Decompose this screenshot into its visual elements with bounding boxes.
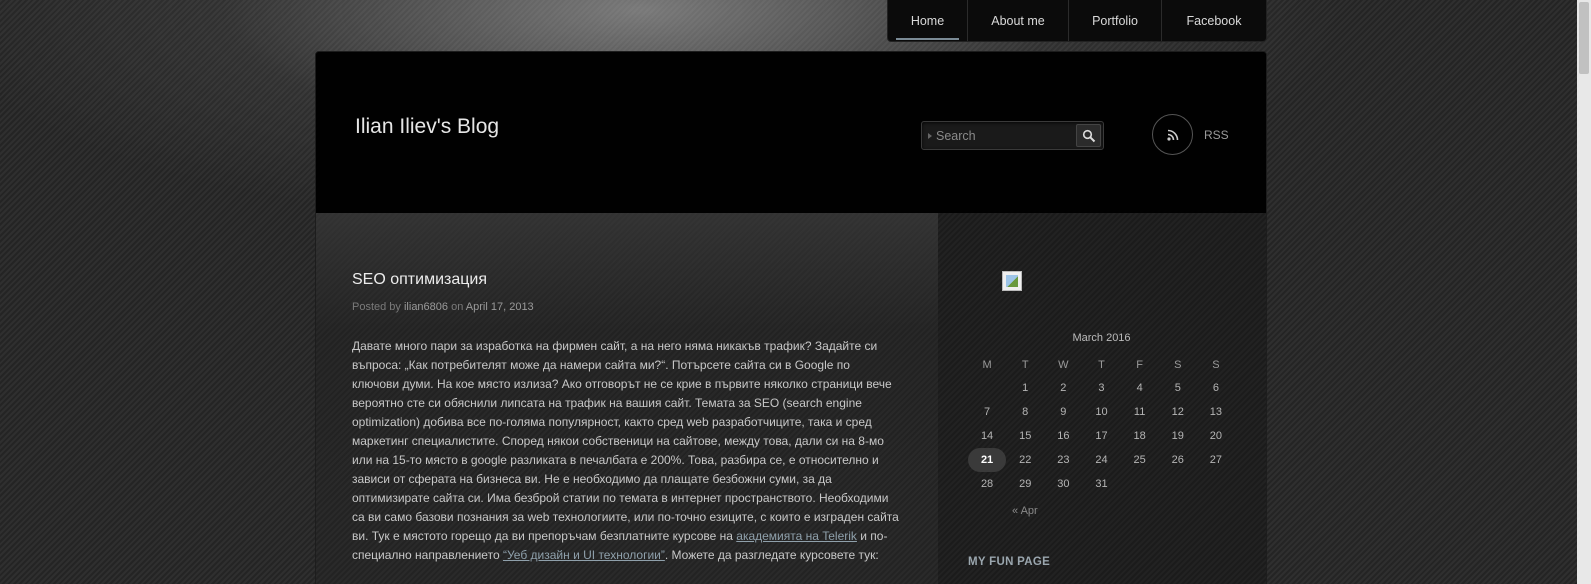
- post-body: Давате много пари за изработка на фирмен…: [352, 337, 900, 565]
- calendar-day: [1121, 472, 1159, 496]
- post-body-text-3: . Можете да разгледате курсовете тук:: [664, 548, 879, 562]
- calendar-day: 29: [1019, 478, 1032, 490]
- calendar-day: 13: [1209, 406, 1223, 418]
- calendar-day: 20: [1209, 430, 1223, 442]
- telerik-academy-link[interactable]: академията на Telerik: [736, 529, 857, 543]
- calendar-day: [1159, 472, 1197, 496]
- calendar-day: 8: [1022, 406, 1029, 418]
- calendar-day: 12: [1171, 406, 1184, 418]
- calendar-day: 16: [1057, 430, 1070, 442]
- calendar-day: 2: [1060, 382, 1067, 394]
- web-design-course-link[interactable]: “Уеб дизайн и UI технологии”: [503, 548, 665, 562]
- calendar-day: 23: [1057, 454, 1070, 466]
- calendar-week: 7 8 9 10 11 12 13: [968, 400, 1235, 424]
- rss-icon: [1166, 129, 1178, 141]
- calendar-table: M T W T F S S 1 2 3 4 5 6 7 8 9 10 11 12…: [968, 354, 1235, 496]
- post-body-text-1: Давате много пари за изработка на фирмен…: [352, 339, 899, 543]
- nav-facebook[interactable]: Facebook: [1162, 0, 1266, 41]
- calendar-day: 17: [1095, 430, 1108, 442]
- weekday-mon: M: [982, 359, 992, 371]
- calendar-day: 6: [1212, 382, 1219, 394]
- calendar-caption: March 2016: [1072, 332, 1131, 344]
- calendar-day: 3: [1098, 382, 1105, 394]
- sidebar: March 2016 M T W T F S S 1 2 3 4 5 6 7 8…: [938, 213, 1266, 584]
- calendar-day: 22: [1019, 454, 1032, 466]
- rss-link[interactable]: RSS: [1204, 128, 1229, 142]
- post-author-link[interactable]: ilian6806: [404, 301, 448, 313]
- calendar-day: 14: [980, 430, 994, 442]
- calendar-day: 18: [1133, 430, 1146, 442]
- search-button[interactable]: [1076, 124, 1101, 147]
- weekday-thu: T: [1098, 359, 1105, 371]
- calendar-day: [1197, 472, 1235, 496]
- meta-on: on: [451, 301, 464, 313]
- calendar-day: [968, 376, 1006, 400]
- calendar-day: 5: [1174, 382, 1181, 394]
- today-badge: 21: [968, 448, 1007, 472]
- top-navigation: Home About me Portfolio Facebook: [887, 0, 1267, 42]
- page-wrapper: Ilian Iliev's Blog RSS SEO оптимизация P…: [315, 51, 1267, 584]
- weekday-tue: T: [1021, 359, 1029, 371]
- calendar-weekdays: M T W T F S S: [968, 354, 1235, 376]
- weekday-sat: S: [1174, 359, 1182, 371]
- calendar-day: 27: [1209, 454, 1223, 466]
- search-form: [921, 121, 1104, 150]
- calendar-day: 26: [1171, 454, 1184, 466]
- search-arrow-icon: [928, 133, 932, 139]
- weekday-sun: S: [1212, 359, 1220, 371]
- nav-home[interactable]: Home: [888, 0, 968, 41]
- calendar-week: 21 22 23 24 25 26 27: [968, 448, 1235, 472]
- calendar-day: 15: [1019, 430, 1032, 442]
- scrollbar-thumb[interactable]: [1579, 2, 1589, 74]
- calendar-day: 25: [1133, 454, 1146, 466]
- calendar-day: 4: [1136, 382, 1143, 394]
- site-header: Ilian Iliev's Blog RSS: [316, 52, 1266, 213]
- calendar-day: 24: [1095, 454, 1108, 466]
- calendar-day: 9: [1060, 406, 1067, 418]
- broken-image-icon[interactable]: [1002, 271, 1022, 291]
- calendar-day: 30: [1057, 478, 1070, 490]
- post-title[interactable]: SEO оптимизация: [352, 271, 487, 289]
- calendar-week: 14 15 16 17 18 19 20: [968, 424, 1235, 448]
- weekday-fri: F: [1136, 359, 1143, 371]
- meta-prefix: Posted by: [352, 301, 401, 313]
- site-title[interactable]: Ilian Iliev's Blog: [355, 115, 499, 139]
- calendar-day: 11: [1133, 406, 1146, 418]
- nav-home-label: Home: [910, 13, 945, 28]
- calendar-day: 10: [1095, 406, 1108, 418]
- nav-portfolio[interactable]: Portfolio: [1069, 0, 1162, 41]
- nav-about-me[interactable]: About me: [968, 0, 1069, 41]
- calendar-day: 19: [1171, 430, 1184, 442]
- page-scrollbar[interactable]: [1577, 0, 1591, 584]
- nav-facebook-label: Facebook: [1186, 13, 1242, 28]
- main-content: SEO оптимизация Posted by ilian6806 on A…: [316, 213, 938, 584]
- calendar-day: 1: [1022, 382, 1029, 394]
- magnifier-icon: [1082, 129, 1095, 142]
- weekday-wed: W: [1058, 359, 1069, 371]
- calendar-day: 31: [1095, 478, 1108, 490]
- nav-portfolio-label: Portfolio: [1092, 13, 1138, 28]
- rss-button[interactable]: [1152, 114, 1193, 155]
- nav-about-me-label: About me: [991, 13, 1045, 28]
- calendar-day: 7: [984, 406, 991, 418]
- search-input[interactable]: [936, 126, 1066, 146]
- post-meta: Posted by ilian6806 on April 17, 2013: [352, 301, 534, 313]
- widget-title-fun-page: MY FUN PAGE: [968, 556, 1051, 568]
- calendar-day-today: 21: [968, 448, 1007, 472]
- calendar-week: 28 29 30 31: [968, 472, 1235, 496]
- calendar-prev-link[interactable]: « Apr: [1012, 505, 1038, 517]
- post-date-link[interactable]: April 17, 2013: [466, 301, 534, 313]
- calendar-week: 1 2 3 4 5 6: [968, 376, 1235, 400]
- calendar-day: 28: [980, 478, 994, 490]
